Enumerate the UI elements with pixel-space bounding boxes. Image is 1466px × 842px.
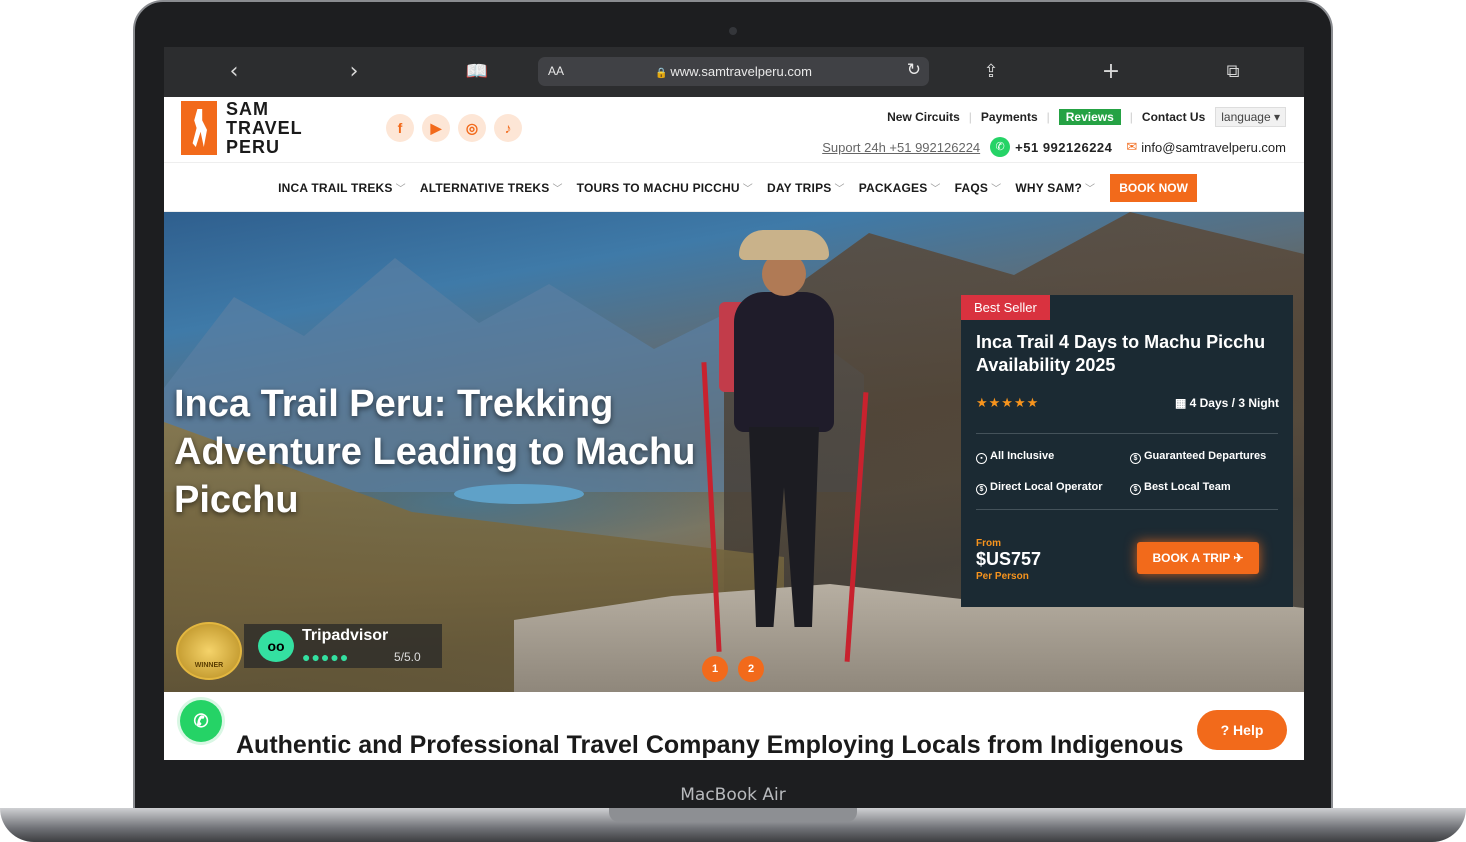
tour-card: Best Seller Inca Trail 4 Days to Machu P… [961, 295, 1293, 607]
nav-why-sam[interactable]: WHY SAM? ﹀ [1015, 180, 1095, 195]
tabs-icon[interactable]: ⧉ [1218, 57, 1248, 87]
link-new-circuits[interactable]: New Circuits [887, 110, 960, 124]
tripadvisor-name: Tripadvisor [302, 627, 389, 644]
link-payments[interactable]: Payments [981, 110, 1038, 124]
calendar-icon: ▦ [1174, 396, 1190, 410]
main-nav: INCA TRAIL TREKS ﹀ ALTERNATIVE TREKS ﹀ TOU… [164, 164, 1304, 212]
instagram-icon[interactable]: ◎ [458, 114, 486, 142]
book-now-button[interactable]: BOOK NOW [1110, 173, 1197, 202]
book-icon[interactable]: 📖 [462, 57, 492, 87]
chevron-left-icon[interactable]: ‹ [219, 57, 249, 87]
nav-packages[interactable]: PACKAGES ﹀ [859, 180, 941, 195]
youtube-icon[interactable]: ▶ [422, 114, 450, 142]
language-select[interactable]: language ▾ [1215, 107, 1286, 127]
tripadvisor-rating-dots: ●●●●● [302, 649, 350, 665]
chevron-down-icon: ﹀ [1085, 184, 1096, 195]
tour-title[interactable]: Inca Trail 4 Days to Machu Picchu Availa… [976, 331, 1276, 377]
reload-icon[interactable]: ↻ [907, 60, 921, 80]
hero-title: Inca Trail Peru: Trekking Adventure Lead… [174, 383, 696, 521]
divider [976, 433, 1278, 434]
site-header: SAM TRAVEL PERU f ▶ ◎ ♪ New Circuits | P… [164, 97, 1304, 163]
tripadvisor-score: 5/5.0 [394, 650, 421, 664]
best-seller-badge: Best Seller [961, 295, 1050, 320]
logo-icon[interactable] [181, 101, 217, 155]
browser-screen: ‹ › 📖 AA 🔒 www.samtravelperu.com ↻ ⇪ + ⧉… [164, 47, 1304, 760]
tour-price: $US757 [976, 549, 1042, 569]
book-trip-button[interactable]: BOOK A TRIP ✈ [1137, 542, 1259, 574]
help-button[interactable]: ? Help [1197, 710, 1287, 750]
tripadvisor-owl-icon: oo [258, 630, 294, 662]
share-icon[interactable]: ⇪ [976, 57, 1006, 87]
dollar-icon: $ [1130, 484, 1141, 495]
slide-dot-2[interactable]: 2 [738, 656, 764, 682]
chevron-down-icon: ﹀ [742, 184, 753, 195]
per-person-label: Per Person [976, 571, 1029, 582]
laptop-notch [609, 808, 857, 822]
slide-dot-1[interactable]: 1 [702, 656, 728, 682]
tiktok-icon[interactable]: ♪ [494, 114, 522, 142]
device-label: MacBook Air [680, 785, 786, 805]
brand-line3: PERU [226, 137, 281, 157]
feature-all-inclusive: ▪ All Inclusive [976, 450, 1054, 464]
mail-icon: ✉ [1126, 139, 1138, 154]
tour-duration: ▦ 4 Days / 3 Night [1174, 396, 1279, 410]
hero-banner: Inca Trail Peru: Trekking Adventure Lead… [164, 212, 1304, 692]
nav-tours-machu-picchu[interactable]: TOURS TO MACHU PICCHU ﹀ [577, 180, 753, 195]
rating-stars: ★★★★★ [976, 395, 1040, 410]
tripadvisor-badge[interactable]: oo Tripadvisor ●●●●● 5/5.0 [244, 624, 442, 668]
divider [976, 509, 1278, 510]
email-link[interactable]: info@samtravelperu.com [1141, 140, 1286, 155]
whatsapp-number[interactable]: +51 992126224 [1015, 140, 1112, 155]
dollar-icon: $ [1130, 453, 1141, 464]
top-links: New Circuits | Payments | Reviews | Cont… [887, 107, 1286, 127]
facebook-icon[interactable]: f [386, 114, 414, 142]
brand-line2: TRAVEL [226, 118, 303, 138]
feature-guaranteed-departures: $ Guaranteed Departures [1130, 450, 1266, 464]
contact-line: Suport 24h +51 992126224 ✆ +51 992126224… [822, 137, 1286, 157]
feature-direct-operator: $ Direct Local Operator [976, 481, 1102, 495]
brand-logo[interactable]: SAM TRAVEL PERU [226, 100, 303, 157]
whatsapp-icon[interactable]: ✆ [990, 137, 1011, 157]
travellers-choice-award: WINNER [176, 622, 242, 680]
dollar-icon: $ [976, 484, 987, 495]
url-text: www.samtravelperu.com [670, 64, 812, 79]
chevron-down-icon: ﹀ [552, 184, 563, 195]
chevron-right-icon[interactable]: › [339, 57, 369, 87]
chevron-down-icon: ﹀ [930, 184, 941, 195]
chevron-down-icon: ﹀ [991, 184, 1002, 195]
chevron-down-icon: ﹀ [395, 184, 406, 195]
address-bar[interactable]: AA 🔒 www.samtravelperu.com ↻ [538, 57, 929, 86]
brand-line1: SAM [226, 99, 269, 119]
feature-local-team: $ Best Local Team [1130, 481, 1231, 495]
nav-day-trips[interactable]: DAY TRIPS ﹀ [767, 180, 845, 195]
camera-icon [729, 27, 737, 35]
link-contact[interactable]: Contact Us [1142, 110, 1205, 124]
link-reviews[interactable]: Reviews [1058, 109, 1121, 125]
whatsapp-float-button[interactable]: ✆ [180, 700, 222, 742]
support-link[interactable]: Suport 24h +51 992126224 [822, 140, 980, 155]
calendar-icon: ▪ [976, 453, 987, 464]
nav-inca-trail-treks[interactable]: INCA TRAIL TREKS ﹀ [278, 180, 406, 195]
plus-icon[interactable]: + [1096, 57, 1126, 87]
nav-faqs[interactable]: FAQS ﹀ [955, 180, 1002, 195]
chevron-down-icon: ﹀ [834, 184, 845, 195]
laptop-frame: MacBook Air ‹ › 📖 AA 🔒 www.samtravelperu… [0, 0, 1466, 842]
price-from-label: From [976, 538, 1001, 549]
browser-toolbar: ‹ › 📖 AA 🔒 www.samtravelperu.com ↻ ⇪ + ⧉ [164, 47, 1304, 97]
lock-icon: 🔒 [655, 68, 671, 79]
nav-alternative-treks[interactable]: ALTERNATIVE TREKS ﹀ [420, 180, 563, 195]
section-heading: Authentic and Professional Travel Compan… [236, 731, 1184, 759]
